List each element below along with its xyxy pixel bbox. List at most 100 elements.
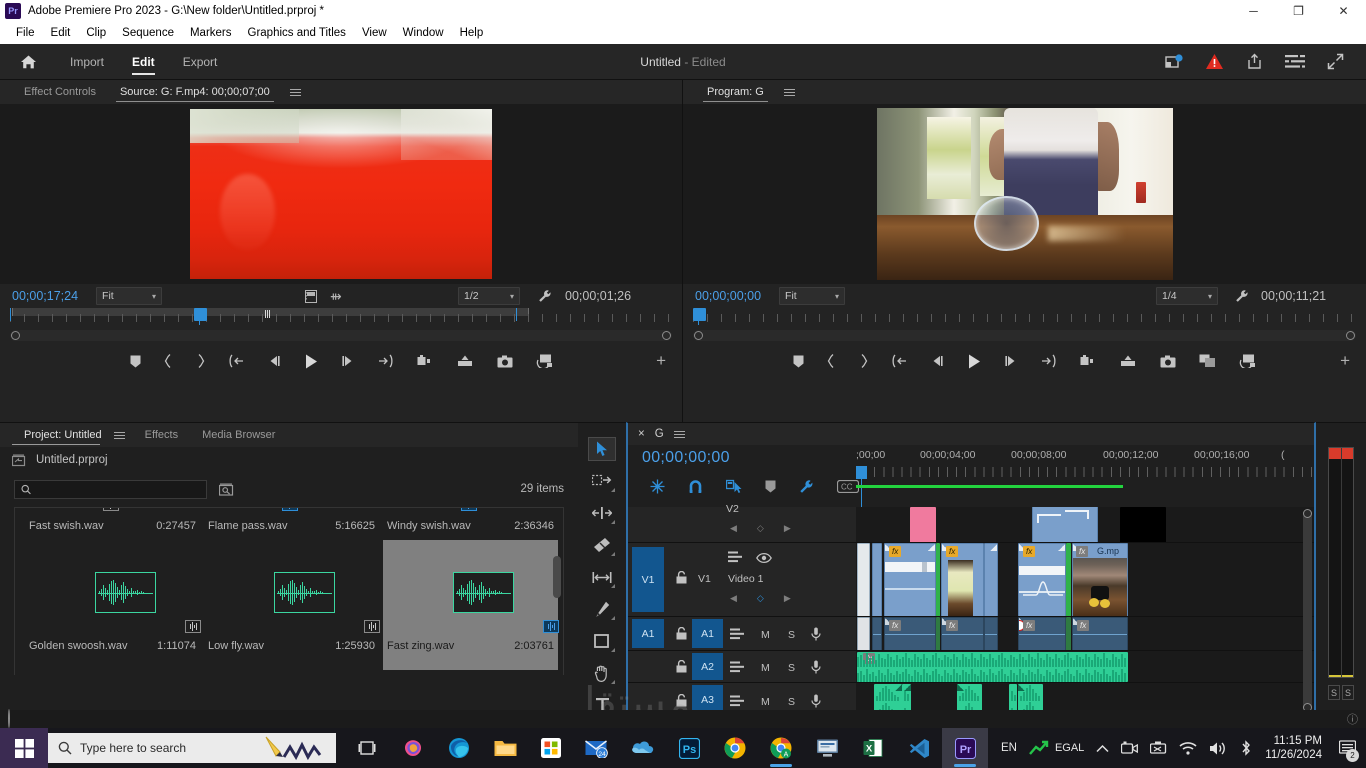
list-item[interactable]: Low fly.wav 1:25930 (204, 540, 380, 670)
source-playback-resolution-select[interactable]: 1/2 ▾ (458, 287, 520, 305)
hand-tool[interactable] (588, 661, 616, 685)
menu-window[interactable]: Window (395, 25, 452, 41)
settings-lines-icon[interactable] (1285, 54, 1305, 69)
panel-menu-icon[interactable] (113, 431, 125, 439)
track-content-a1[interactable]: fx fx +1 fx (856, 617, 1314, 650)
tab-program-monitor[interactable]: Program: G (695, 80, 776, 104)
language-indicator[interactable]: EN (1001, 742, 1017, 754)
file-explorer-icon[interactable] (482, 728, 528, 768)
list-item[interactable]: Golden swoosh.wav 1:11074 (25, 540, 201, 670)
tab-effect-controls[interactable]: Effect Controls (12, 80, 108, 104)
solo-button-a1[interactable]: S (788, 629, 795, 641)
mute-button-a3[interactable]: M (761, 696, 770, 708)
lift-icon[interactable] (1080, 354, 1097, 368)
export-frame-camera-icon[interactable] (1160, 355, 1176, 368)
program-playhead[interactable] (693, 308, 706, 325)
tab-import[interactable]: Import (56, 44, 118, 80)
wrench-icon[interactable] (538, 289, 552, 303)
marker-icon[interactable] (130, 355, 141, 368)
windows-start-icon[interactable] (0, 728, 48, 768)
parent-bin-icon[interactable] (12, 454, 26, 467)
button-editor-plus[interactable]: + (1340, 351, 1350, 371)
program-playback-resolution-select[interactable]: 1/4 ▾ (1156, 287, 1218, 305)
microsoft-store-icon[interactable] (528, 728, 574, 768)
program-monitor-stage[interactable] (683, 104, 1366, 284)
panel-menu-icon[interactable] (673, 430, 685, 438)
close-button[interactable]: ✕ (1321, 0, 1366, 22)
menu-markers[interactable]: Markers (182, 25, 240, 41)
razor-tool[interactable] (588, 533, 616, 557)
timeline-playhead[interactable] (856, 466, 867, 479)
timeline-clip-transition[interactable] (936, 617, 940, 650)
timeline-clip-a2-music[interactable]: fx (857, 652, 1128, 682)
source-zoom-level-select[interactable]: Fit ▾ (96, 287, 163, 305)
timeline-playhead-time[interactable]: 00;00;00;00 (642, 449, 730, 467)
mark-in-icon[interactable] (164, 354, 173, 368)
timeline-clip-a1-f[interactable]: +1 fx (1018, 617, 1066, 650)
linked-selection-icon[interactable] (726, 479, 742, 494)
copilot-icon[interactable] (390, 728, 436, 768)
tab-media-browser[interactable]: Media Browser (190, 423, 287, 447)
tab-export[interactable]: Export (169, 44, 232, 80)
program-current-time[interactable]: 00;00;00;00 (695, 289, 761, 303)
track-chip-a2[interactable]: A2 (692, 653, 723, 680)
camera-icon[interactable] (1121, 741, 1139, 755)
go-to-out-icon[interactable] (1041, 354, 1057, 368)
list-item[interactable]: Flame pass.wav 5:16625 (204, 508, 379, 532)
button-editor-plus[interactable]: + (656, 351, 666, 371)
prev-keyframe-icon[interactable]: ◀ (730, 523, 737, 534)
go-to-out-icon[interactable] (378, 354, 394, 368)
share-icon[interactable] (1246, 53, 1263, 70)
chrome-profile-icon[interactable]: A (758, 728, 804, 768)
list-item-selected[interactable]: Fast zing.wav 2:03761 (383, 540, 559, 670)
wrench-icon[interactable] (1235, 289, 1249, 303)
next-keyframe-icon[interactable]: ▶ (784, 593, 791, 604)
step-forward-icon[interactable] (1004, 355, 1018, 367)
mark-out-icon[interactable] (196, 354, 205, 368)
solo-button-a2[interactable]: S (788, 662, 795, 674)
marker-icon[interactable] (793, 355, 804, 368)
lock-icon[interactable] (676, 660, 687, 673)
track-content-a2[interactable]: fx (856, 651, 1314, 682)
insert-icon[interactable] (417, 354, 434, 368)
track-target-v1[interactable]: V1 (632, 547, 664, 612)
tab-project[interactable]: Project: Untitled (12, 423, 114, 447)
maximize-button[interactable]: ❐ (1276, 0, 1321, 22)
minimize-button[interactable]: ─ (1231, 0, 1276, 22)
step-back-icon[interactable] (930, 355, 944, 367)
timeline-vertical-scrollbar[interactable] (1303, 509, 1312, 712)
timeline-clip-v1-b[interactable] (872, 543, 882, 616)
bluetooth-icon[interactable] (1239, 740, 1253, 756)
mark-in-icon[interactable] (827, 354, 836, 368)
menu-view[interactable]: View (354, 25, 395, 41)
lock-icon[interactable] (676, 627, 687, 640)
program-zoom-scrollbar[interactable] (683, 330, 1366, 346)
menu-clip[interactable]: Clip (78, 25, 114, 41)
pen-tool[interactable] (588, 597, 616, 621)
premiere-icon[interactable]: Pr (942, 728, 988, 768)
meter-solo-right[interactable]: S (1342, 685, 1354, 700)
play-icon[interactable] (304, 354, 318, 369)
track-header-a2[interactable]: A2 M S (628, 651, 856, 682)
timeline-clip-v1-c[interactable]: fx (884, 543, 936, 616)
tab-effects[interactable]: Effects (133, 423, 190, 447)
track-target-a1[interactable]: A1 (632, 619, 664, 648)
program-scrubber[interactable] (683, 308, 1366, 330)
track-chip-a1[interactable]: A1 (692, 619, 723, 648)
timeline-clip-a1-e[interactable] (984, 617, 998, 650)
timeline-clip-v1-d[interactable]: fx (941, 543, 984, 616)
photoshop-icon[interactable]: Ps (666, 728, 712, 768)
panel-menu-icon[interactable] (289, 88, 301, 96)
network-status[interactable]: EGAL (1029, 740, 1084, 756)
microphone-icon[interactable] (811, 694, 821, 708)
meter-solo-left[interactable]: S (1328, 685, 1340, 700)
prev-keyframe-icon[interactable]: ◀ (730, 593, 737, 604)
microphone-icon[interactable] (811, 660, 821, 674)
warning-icon[interactable] (1205, 53, 1224, 70)
export-frame-icon[interactable] (305, 289, 317, 303)
snap-icon[interactable] (688, 479, 703, 494)
step-forward-icon[interactable] (341, 355, 355, 367)
program-zoom-level-select[interactable]: Fit ▾ (779, 287, 846, 305)
excel-icon[interactable]: X (850, 728, 896, 768)
export-frame-camera-icon[interactable] (497, 355, 513, 368)
